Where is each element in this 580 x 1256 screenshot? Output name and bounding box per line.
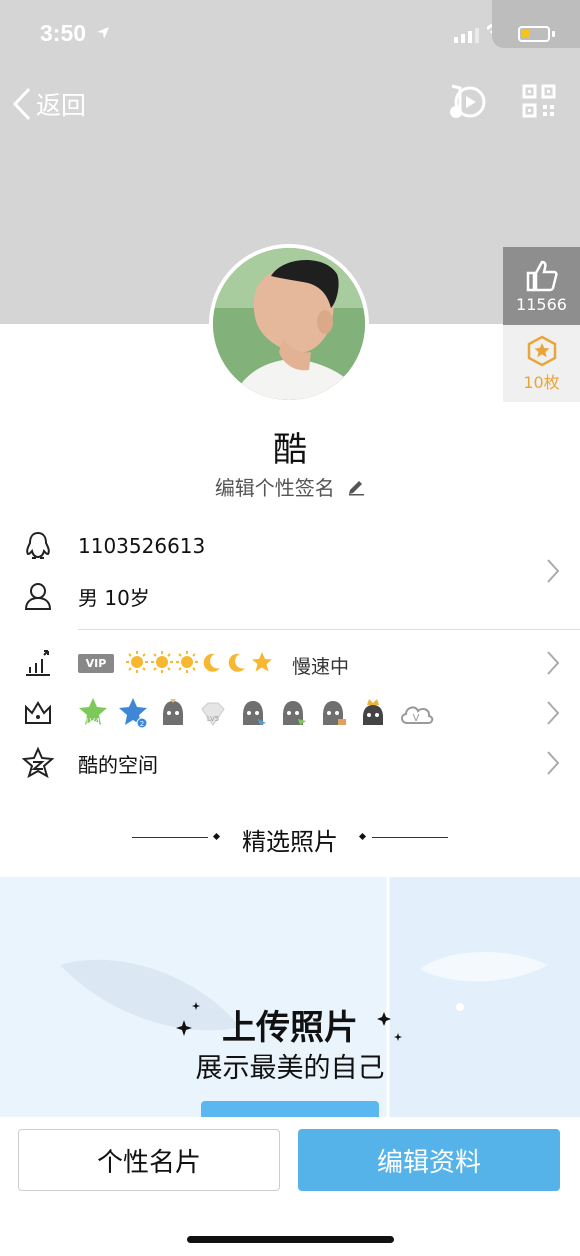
home-indicator[interactable] — [187, 1236, 394, 1243]
medal-text: 2 — [140, 720, 144, 728]
qzone-star-icon — [22, 747, 54, 779]
penguin-icon — [26, 531, 50, 559]
silver-diamond-medal-icon: LV5 — [201, 702, 225, 726]
penguin-medal-icon — [163, 699, 183, 725]
signature-edit[interactable]: 编辑个性签名 — [0, 472, 580, 501]
penguin-medal-icon — [243, 701, 266, 725]
medal-icons: LV4 2 LV5 V — [78, 697, 434, 729]
pencil-icon — [349, 480, 365, 495]
speed-status: 慢速中 — [292, 656, 350, 678]
divider — [78, 629, 580, 630]
personal-card-button[interactable]: 个性名片 — [18, 1129, 280, 1191]
crown-icon — [25, 701, 51, 724]
level-icons — [126, 651, 273, 673]
status-time: 3:50 — [40, 20, 87, 46]
back-button[interactable]: 返回 — [12, 84, 86, 124]
qzone-label: 酷的空间 — [78, 752, 158, 777]
back-label: 返回 — [36, 91, 87, 120]
sun-icon — [151, 651, 173, 673]
blue-star-medal-icon: 2 — [119, 698, 148, 729]
avatar[interactable] — [209, 244, 369, 404]
cloud-v-medal-icon: V — [401, 706, 434, 724]
upload-photo-title: 上传照片 — [222, 1008, 358, 1048]
avatar-image — [213, 248, 365, 400]
penguin-medal-icon — [283, 701, 306, 725]
chevron-right-icon — [547, 751, 560, 775]
battery-icon — [492, 0, 580, 48]
badge-button[interactable]: 10枚 — [503, 325, 580, 402]
star-icon — [252, 652, 272, 672]
side-panel: 11566 10枚 — [503, 247, 580, 402]
featured-photos-title: 精选照片 — [242, 828, 338, 856]
chevron-right-icon — [547, 559, 560, 583]
green-star-medal-icon: LV4 — [79, 698, 107, 726]
like-button[interactable]: 11566 — [503, 247, 580, 325]
moon-icon — [203, 653, 220, 672]
chevron-right-icon — [547, 701, 560, 725]
location-arrow-icon — [97, 27, 109, 39]
medal-text: V — [413, 713, 420, 724]
status-bar: 3:50 — [0, 0, 580, 70]
star-badge-icon — [527, 335, 556, 366]
profile-page: 3:50 返回 11566 10枚 酷 编辑个性签名 1103526613 男 … — [0, 0, 580, 1256]
upload-photo-subtitle: 展示最美的自己 — [195, 1053, 385, 1084]
gender-age-row[interactable]: 男 10岁 — [0, 571, 580, 621]
signal-icon — [454, 28, 479, 43]
sun-icon — [126, 651, 148, 673]
like-count: 11566 — [516, 294, 567, 314]
chevron-right-icon — [547, 651, 560, 675]
gender-age: 男 10岁 — [78, 585, 150, 610]
music-icon[interactable] — [446, 82, 486, 122]
profile-name: 酷 — [273, 430, 307, 470]
qq-number-row[interactable]: 1103526613 — [0, 521, 580, 571]
medal-text: LV4 — [86, 717, 100, 726]
thumbs-up-icon — [526, 260, 558, 291]
qr-code-icon[interactable] — [522, 84, 556, 118]
sun-icon — [176, 651, 198, 673]
edit-profile-button[interactable]: 编辑资料 — [298, 1129, 560, 1191]
vip-badge: VIP — [78, 654, 114, 673]
level-chart-icon — [26, 650, 50, 676]
crown-penguin-medal-icon — [363, 699, 383, 725]
moon-icon — [228, 653, 245, 672]
penguin-medal-icon — [323, 701, 346, 725]
medal-text: LV5 — [207, 715, 219, 723]
qq-number: 1103526613 — [78, 534, 206, 558]
signature-label: 编辑个性签名 — [214, 476, 335, 500]
qzone-row[interactable]: 酷的空间 — [0, 738, 580, 788]
title-divider-right — [372, 837, 448, 838]
person-icon — [24, 583, 52, 610]
badge-count: 10枚 — [523, 372, 560, 392]
chevron-left-icon — [12, 87, 31, 121]
